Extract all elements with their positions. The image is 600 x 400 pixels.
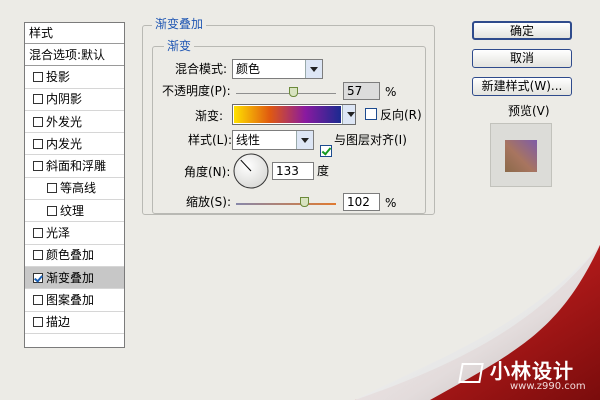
page-curl-decoration <box>355 245 600 400</box>
watermark-logo-icon <box>458 363 484 383</box>
watermark-brand: 小林设计 <box>490 359 574 383</box>
watermark-url: www.z990.com <box>510 381 586 392</box>
